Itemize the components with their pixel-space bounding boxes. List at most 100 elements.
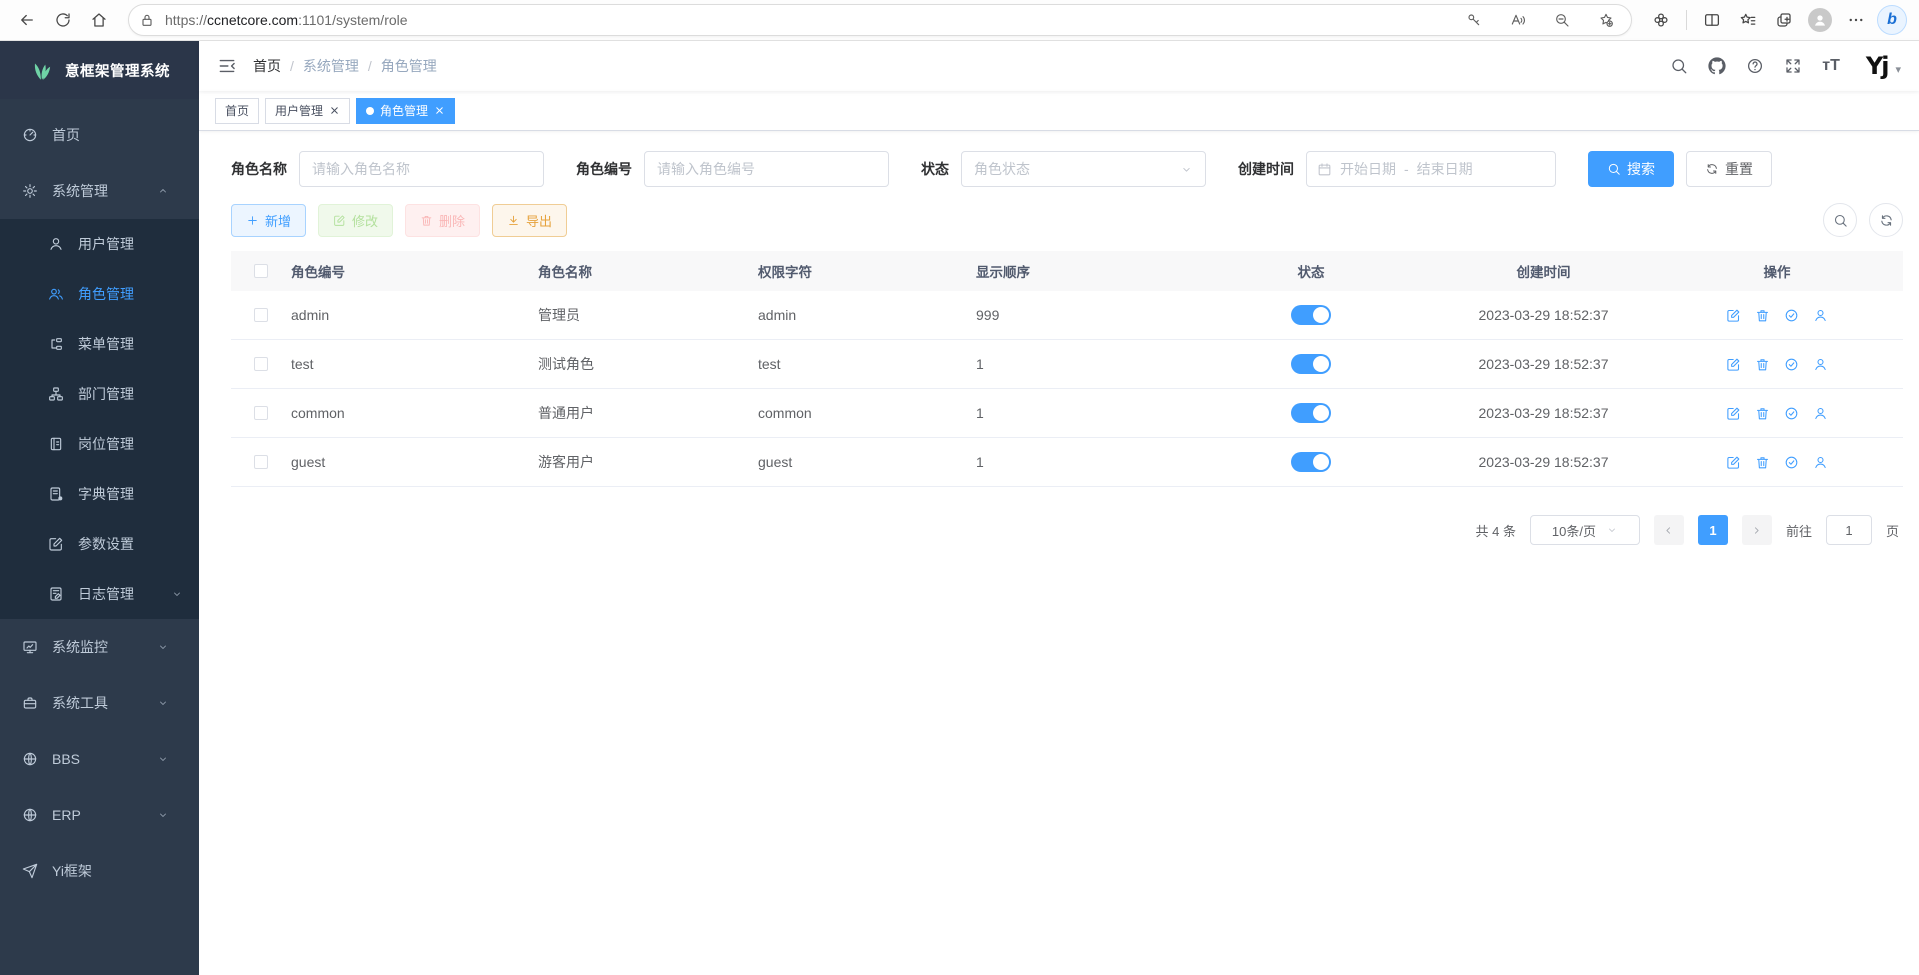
sidebar-item-dictionary-management[interactable]: 字典管理 (0, 469, 199, 519)
row-checkbox[interactable] (254, 455, 268, 469)
favorites-icon[interactable] (1733, 5, 1763, 35)
help-icon[interactable] (1746, 57, 1764, 75)
sidebar-item-system-management[interactable]: 系统管理 (0, 163, 199, 219)
chevron-down-icon (1180, 163, 1193, 176)
assign-user-icon[interactable] (1813, 455, 1828, 470)
edit-row-icon[interactable] (1726, 308, 1741, 323)
row-checkbox[interactable] (254, 308, 268, 322)
goto-page-input[interactable] (1826, 515, 1872, 545)
sidebar-item-system-monitor[interactable]: 系统监控 (0, 619, 199, 675)
page-number-1[interactable]: 1 (1698, 515, 1728, 545)
row-checkbox[interactable] (254, 406, 268, 420)
chevron-down-icon (157, 641, 169, 653)
delete-row-icon[interactable] (1755, 406, 1770, 421)
sidebar-item-role-management[interactable]: 角色管理 (0, 269, 199, 319)
add-favorite-icon[interactable] (1591, 5, 1621, 35)
delete-row-icon[interactable] (1755, 357, 1770, 372)
sidebar-collapse-icon[interactable] (217, 56, 237, 76)
date-range-picker[interactable]: 开始日期 - 结束日期 (1306, 151, 1556, 187)
status-select[interactable]: 角色状态 (961, 151, 1206, 187)
breadcrumb-system[interactable]: 系统管理 (303, 56, 359, 76)
sidebar-item-parameter-settings[interactable]: 参数设置 (0, 519, 199, 569)
export-button[interactable]: 导出 (492, 204, 567, 237)
data-scope-icon[interactable] (1784, 406, 1799, 421)
tab-user-management[interactable]: 用户管理 (265, 98, 350, 124)
page-unit-label: 页 (1886, 521, 1899, 540)
font-size-icon[interactable]: тT (1822, 57, 1840, 75)
status-toggle[interactable] (1291, 452, 1331, 472)
col-perm-string: 权限字符 (758, 261, 976, 281)
page-size-select[interactable]: 10条/页 (1530, 515, 1640, 545)
edit-row-icon[interactable] (1726, 406, 1741, 421)
data-scope-icon[interactable] (1784, 308, 1799, 323)
next-page-button[interactable] (1742, 515, 1772, 545)
role-name-input[interactable] (299, 151, 544, 187)
close-icon[interactable] (434, 105, 445, 116)
tab-home[interactable]: 首页 (215, 98, 259, 124)
end-date-placeholder[interactable]: 结束日期 (1417, 159, 1473, 179)
refresh-table-button[interactable] (1869, 203, 1903, 237)
sidebar-item-log-management[interactable]: 日志管理 (0, 569, 199, 619)
lock-icon[interactable] (139, 12, 155, 28)
header-search-icon[interactable] (1670, 57, 1688, 75)
user-menu[interactable]: Yj ▾ (1866, 54, 1901, 78)
assign-user-icon[interactable] (1813, 357, 1828, 372)
collections-icon[interactable] (1769, 5, 1799, 35)
status-toggle[interactable] (1291, 403, 1331, 423)
browser-back-button[interactable] (12, 5, 42, 35)
edit-icon (48, 536, 64, 552)
delete-button[interactable]: 删除 (405, 204, 480, 237)
col-role-name: 角色名称 (538, 261, 758, 281)
prev-page-button[interactable] (1654, 515, 1684, 545)
data-scope-icon[interactable] (1784, 357, 1799, 372)
sidebar-item-bbs[interactable]: BBS (0, 731, 199, 787)
status-toggle[interactable] (1291, 305, 1331, 325)
add-button[interactable]: 新增 (231, 204, 306, 237)
edit-button[interactable]: 修改 (318, 204, 393, 237)
table-row: common 普通用户 common 1 2023-03-29 18:52:37 (231, 389, 1903, 438)
browser-essentials-icon[interactable] (1646, 5, 1676, 35)
browser-home-button[interactable] (84, 5, 114, 35)
role-table: 角色编号 角色名称 权限字符 显示顺序 状态 创建时间 操作 admin 管理员… (231, 251, 1903, 487)
close-icon[interactable] (329, 105, 340, 116)
start-date-placeholder[interactable]: 开始日期 (1340, 159, 1396, 179)
sidebar-item-system-tools[interactable]: 系统工具 (0, 675, 199, 731)
role-code-input[interactable] (644, 151, 889, 187)
edit-row-icon[interactable] (1726, 455, 1741, 470)
browser-menu-icon[interactable] (1841, 5, 1871, 35)
password-key-icon[interactable] (1459, 5, 1489, 35)
search-button[interactable]: 搜索 (1588, 151, 1674, 187)
breadcrumb-home[interactable]: 首页 (253, 56, 281, 76)
assign-user-icon[interactable] (1813, 308, 1828, 323)
copilot-icon[interactable]: b (1877, 5, 1907, 35)
url-text[interactable]: https://ccnetcore.com:1101/system/role (165, 12, 408, 28)
delete-row-icon[interactable] (1755, 308, 1770, 323)
split-screen-icon[interactable] (1697, 5, 1727, 35)
sidebar-item-post-management[interactable]: 岗位管理 (0, 419, 199, 469)
row-checkbox[interactable] (254, 357, 268, 371)
data-scope-icon[interactable] (1784, 455, 1799, 470)
browser-refresh-button[interactable] (48, 5, 78, 35)
sidebar-item-yi-framework[interactable]: Yi框架 (0, 843, 199, 899)
status-toggle[interactable] (1291, 354, 1331, 374)
tab-role-management[interactable]: 角色管理 (356, 98, 455, 124)
address-bar[interactable]: https://ccnetcore.com:1101/system/role (128, 4, 1632, 36)
reset-button[interactable]: 重置 (1686, 151, 1772, 187)
chevron-down-icon (1606, 524, 1618, 536)
github-icon[interactable] (1708, 57, 1726, 75)
sidebar-item-user-management[interactable]: 用户管理 (0, 219, 199, 269)
select-all-checkbox[interactable] (254, 264, 268, 278)
delete-row-icon[interactable] (1755, 455, 1770, 470)
zoom-out-icon[interactable] (1547, 5, 1577, 35)
assign-user-icon[interactable] (1813, 406, 1828, 421)
show-search-button[interactable] (1823, 203, 1857, 237)
sidebar-item-home[interactable]: 首页 (0, 107, 199, 163)
user-avatar: Yj (1866, 54, 1888, 78)
sidebar-item-menu-management[interactable]: 菜单管理 (0, 319, 199, 369)
fullscreen-icon[interactable] (1784, 57, 1802, 75)
browser-profile-avatar[interactable] (1805, 5, 1835, 35)
sidebar-item-erp[interactable]: ERP (0, 787, 199, 843)
edit-row-icon[interactable] (1726, 357, 1741, 372)
read-aloud-icon[interactable] (1503, 5, 1533, 35)
sidebar-item-department-management[interactable]: 部门管理 (0, 369, 199, 419)
